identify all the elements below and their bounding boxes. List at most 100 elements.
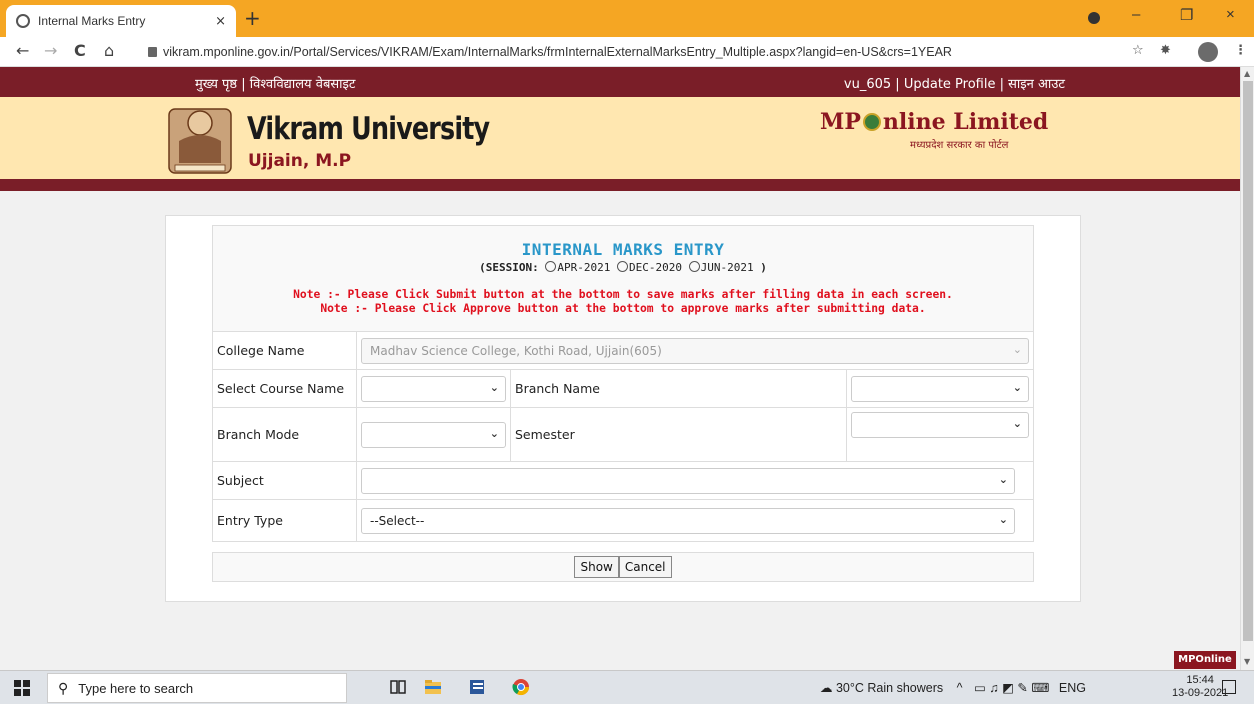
entry-type-label: Entry Type <box>212 499 357 542</box>
extension-icon[interactable]: ✸ <box>1160 43 1171 58</box>
tray-chevron-icon[interactable]: ^ <box>957 681 963 695</box>
separator: | <box>895 77 900 92</box>
browser-toolbar: ← → C ⌂ vikram.mponline.gov.in/Portal/Se… <box>0 37 1254 67</box>
entry-type-select[interactable]: --Select-- ⌄ <box>361 507 1015 534</box>
menu-icon[interactable]: ⋮ <box>1234 43 1247 58</box>
close-window-button[interactable]: × <box>1226 6 1235 23</box>
word-app-icon[interactable] <box>468 678 486 696</box>
url-text: vikram.mponline.gov.in/Portal/Services/V… <box>163 45 952 59</box>
tab-title: Internal Marks Entry <box>38 14 146 28</box>
forward-button[interactable]: → <box>44 41 57 60</box>
scroll-thumb[interactable] <box>1243 81 1253 641</box>
mponline-logo: MP nline Limited मध्यप्रदेश सरकार का पोर्… <box>820 109 1048 151</box>
note-submit: Note :- Please Click Submit button at th… <box>293 288 953 301</box>
new-tab-button[interactable]: + <box>244 8 261 28</box>
entry-type-value: --Select-- <box>370 513 425 528</box>
update-profile-link[interactable]: Update Profile <box>904 77 996 92</box>
university-name: Vikram University <box>247 111 490 147</box>
semester-label: Semester <box>510 407 847 462</box>
branch-select[interactable]: ⌄ <box>851 375 1029 402</box>
session-label: SESSION: <box>485 261 539 274</box>
top-navbar: मुख्य पृष्ठ | विश्वविद्यालय वेबसाइट vu_6… <box>0 67 1240 97</box>
tray-icons[interactable]: ▭ ♫ ◩ ✎ ⌨ <box>974 681 1049 695</box>
show-button[interactable]: Show <box>574 556 619 578</box>
form-grid: College Name Madhav Science College, Kot… <box>212 331 1034 542</box>
browser-tabbar: Internal Marks Entry × + – ❐ × <box>0 0 1254 37</box>
session-option-label: APR-2021 <box>557 261 611 274</box>
chevron-down-icon: ⌄ <box>489 380 499 394</box>
marks-entry-form: INTERNAL MARKS ENTRY (SESSION: APR-2021 … <box>212 225 1034 582</box>
form-actions: Show Cancel <box>212 552 1034 582</box>
session-option-label: DEC-2020 <box>629 261 682 274</box>
taskbar-search[interactable]: ⚲ Type here to search <box>47 673 347 703</box>
restore-button[interactable]: ❐ <box>1180 6 1193 24</box>
session-paren: ) <box>760 261 767 274</box>
lock-icon <box>148 47 157 57</box>
college-label: College Name <box>212 331 357 370</box>
page-scrollbar[interactable]: ▲ ▼ <box>1240 67 1254 670</box>
note-approve: Note :- Please Click Approve button at t… <box>320 302 926 315</box>
weather-icon: ☁ <box>820 681 833 695</box>
form-header: INTERNAL MARKS ENTRY (SESSION: APR-2021 … <box>212 225 1034 331</box>
scroll-up-icon[interactable]: ▲ <box>1244 69 1250 78</box>
mp-subtitle: मध्यप्रदेश सरकार का पोर्टल <box>910 140 1009 151</box>
chevron-down-icon: ⌄ <box>1012 380 1022 394</box>
chevron-down-icon: ⌄ <box>998 512 1008 526</box>
date: 13-09-2021 <box>1172 687 1229 699</box>
subject-select[interactable]: ⌄ <box>361 467 1015 494</box>
windows-start-icon[interactable] <box>14 680 30 696</box>
browser-tab[interactable]: Internal Marks Entry × <box>6 5 236 37</box>
session-option-jun[interactable]: JUN-2021 <box>688 261 754 274</box>
session-option-apr[interactable]: APR-2021 <box>545 261 610 274</box>
profile-dot-icon[interactable] <box>1088 12 1100 24</box>
star-icon[interactable]: ☆ <box>1132 43 1144 58</box>
search-icon: ⚲ <box>58 679 69 696</box>
semester-select[interactable]: ⌄ <box>851 412 1029 438</box>
subject-label: Subject <box>212 461 357 500</box>
globe-icon <box>862 113 881 131</box>
tab-close-icon[interactable]: × <box>215 14 226 29</box>
clock[interactable]: 15:44 13-09-2021 <box>1172 674 1228 700</box>
radio-icon[interactable] <box>617 261 628 272</box>
home-button[interactable]: ⌂ <box>104 41 114 60</box>
page-viewport: मुख्य पृष्ठ | विश्वविद्यालय वेबसाइट vu_6… <box>0 67 1240 670</box>
scroll-down-icon[interactable]: ▼ <box>1244 657 1250 666</box>
university-place: Ujjain, M.P <box>248 151 352 171</box>
signout-link[interactable]: साइन आउट <box>1008 77 1065 92</box>
session-selector: (SESSION: APR-2021 DEC-2020 JUN-2021 ) <box>213 261 1033 274</box>
chevron-down-icon: ⌄ <box>1012 342 1022 356</box>
notification-icon[interactable] <box>1222 680 1236 694</box>
back-button[interactable]: ← <box>16 41 29 60</box>
search-placeholder: Type here to search <box>78 680 194 696</box>
mode-label: Branch Mode <box>212 407 357 462</box>
course-select[interactable]: ⌄ <box>361 375 506 402</box>
chevron-down-icon: ⌄ <box>998 472 1008 486</box>
session-option-dec[interactable]: DEC-2020 <box>617 261 682 274</box>
minimize-button[interactable]: – <box>1132 6 1140 23</box>
language-indicator[interactable]: ENG <box>1059 681 1086 695</box>
chrome-icon[interactable] <box>512 678 530 696</box>
branch-label: Branch Name <box>510 369 847 408</box>
site-header: Vikram University Ujjain, M.P MP nline Li… <box>0 97 1240 179</box>
chevron-down-icon: ⌄ <box>489 426 499 440</box>
mp-prefix: MP <box>820 109 861 135</box>
radio-icon[interactable] <box>688 261 700 272</box>
course-label: Select Course Name <box>212 369 357 408</box>
avatar[interactable] <box>1198 42 1218 62</box>
mponline-badge[interactable]: MPOnline <box>1174 651 1236 669</box>
university-seal-icon <box>168 108 232 174</box>
header-divider <box>0 179 1240 191</box>
task-view-icon[interactable] <box>389 678 407 696</box>
weather-text[interactable]: 30°C Rain showers <box>836 681 943 695</box>
reload-button[interactable]: C <box>74 41 86 60</box>
session-paren: ( <box>479 261 486 274</box>
college-value: Madhav Science College, Kothi Road, Ujja… <box>370 343 662 358</box>
file-explorer-icon[interactable] <box>424 678 442 696</box>
mode-select[interactable]: ⌄ <box>361 421 506 448</box>
address-bar[interactable]: vikram.mponline.gov.in/Portal/Services/V… <box>138 40 1103 64</box>
separator: | <box>999 77 1004 92</box>
radio-icon[interactable] <box>545 261 557 272</box>
system-tray: ☁ 30°C Rain showers ^ ▭ ♫ ◩ ✎ ⌨ ENG <box>820 680 1086 695</box>
home-links[interactable]: मुख्य पृष्ठ | विश्वविद्यालय वेबसाइट <box>195 74 355 92</box>
cancel-button[interactable]: Cancel <box>618 556 672 578</box>
